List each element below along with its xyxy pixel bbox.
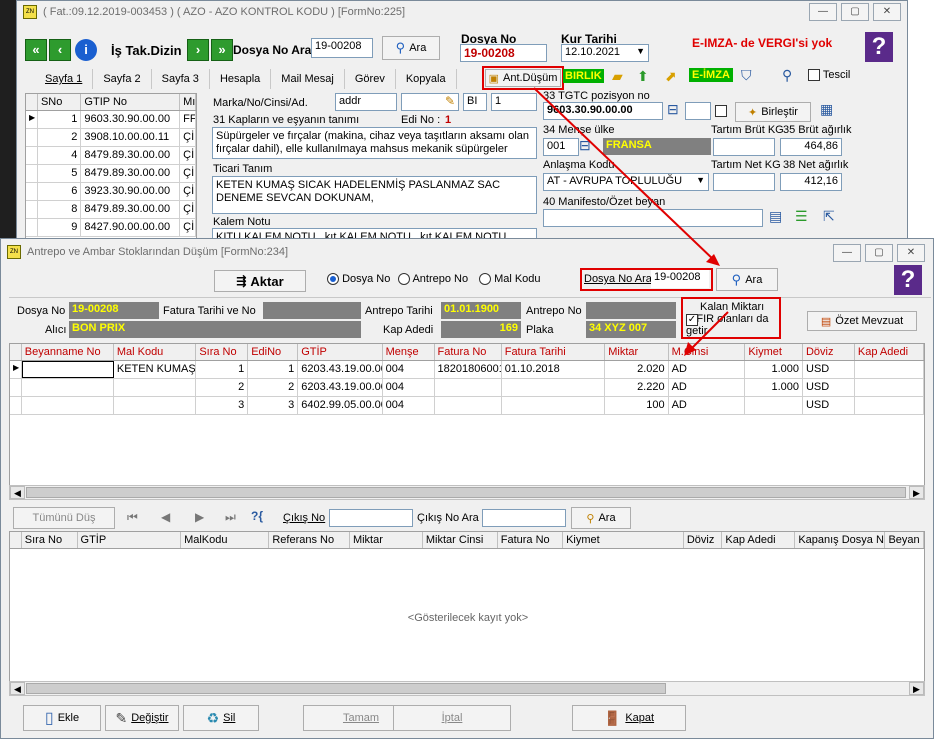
- annotation-arrow: [533, 87, 729, 356]
